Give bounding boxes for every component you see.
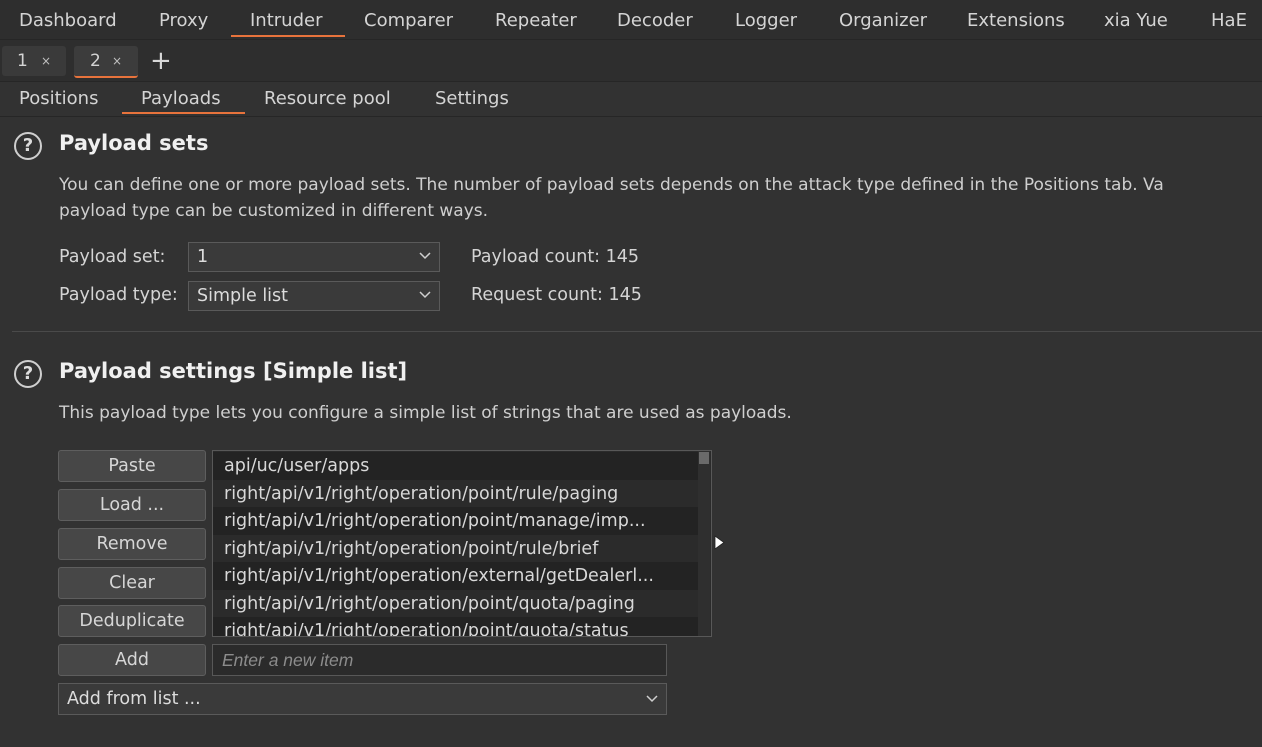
scrollbar-thumb[interactable] — [699, 452, 709, 464]
tab-dashboard[interactable]: Dashboard — [19, 0, 117, 39]
tab-settings[interactable]: Settings — [435, 82, 509, 116]
add-tab-icon[interactable]: + — [150, 44, 172, 78]
list-item[interactable]: right/api/v1/right/operation/point/manag… — [213, 507, 698, 535]
new-item-input[interactable] — [212, 644, 667, 676]
list-item[interactable]: api/uc/user/apps — [213, 452, 698, 480]
payload-count: Payload count: 145 — [471, 247, 640, 267]
instance-tab-2[interactable]: 2 × — [74, 46, 138, 78]
chevron-down-icon — [419, 252, 431, 260]
intruder-instance-bar: 1 × 2 × + — [0, 40, 1262, 82]
list-item[interactable]: right/api/v1/right/operation/external/ge… — [213, 562, 698, 590]
add-from-list-value: Add from list ... — [67, 689, 201, 709]
add-from-list-select[interactable]: Add from list ... — [58, 683, 667, 715]
close-icon[interactable]: × — [41, 46, 51, 76]
tab-positions[interactable]: Positions — [19, 82, 98, 116]
section-divider — [12, 331, 1262, 332]
payload-sets-heading: Payload sets — [59, 131, 209, 155]
payload-set-value: 1 — [197, 247, 209, 267]
help-icon[interactable]: ? — [14, 132, 42, 160]
tab-extensions[interactable]: Extensions — [967, 0, 1065, 39]
tab-repeater[interactable]: Repeater — [495, 0, 577, 39]
tab-hae[interactable]: HaE — [1211, 0, 1247, 39]
instance-tab-1[interactable]: 1 × — [2, 46, 66, 76]
tab-resource-pool[interactable]: Resource pool — [264, 82, 391, 116]
tab-payloads[interactable]: Payloads — [122, 82, 245, 114]
request-count: Request count: 145 — [471, 285, 642, 305]
remove-button[interactable]: Remove — [58, 528, 206, 560]
list-scrollbar[interactable] — [698, 451, 710, 636]
tab-logger[interactable]: Logger — [735, 0, 797, 39]
tab-organizer[interactable]: Organizer — [839, 0, 927, 39]
payload-sets-description-line1: You can define one or more payload sets.… — [59, 175, 1164, 195]
chevron-down-icon — [419, 291, 431, 299]
chevron-down-icon — [646, 695, 658, 703]
tab-proxy[interactable]: Proxy — [159, 0, 208, 39]
list-item[interactable]: right/api/v1/right/operation/point/quota… — [213, 617, 698, 636]
add-button[interactable]: Add — [58, 644, 206, 676]
payload-type-value: Simple list — [197, 286, 289, 306]
intruder-sub-tabs: Positions Payloads Resource pool Setting… — [0, 82, 1262, 117]
deduplicate-button[interactable]: Deduplicate — [58, 605, 206, 637]
payload-settings-heading: Payload settings [Simple list] — [59, 359, 408, 383]
clear-button[interactable]: Clear — [58, 567, 206, 599]
payload-set-select[interactable]: 1 — [188, 242, 440, 272]
mouse-pointer-icon — [714, 535, 725, 550]
tab-comparer[interactable]: Comparer — [364, 0, 453, 39]
payload-set-label: Payload set: — [59, 247, 166, 267]
payload-type-label: Payload type: — [59, 285, 178, 305]
instance-tab-label: 1 — [17, 51, 28, 71]
list-item[interactable]: right/api/v1/right/operation/point/rule/… — [213, 535, 698, 563]
list-item[interactable]: right/api/v1/right/operation/point/rule/… — [213, 480, 698, 508]
tab-intruder[interactable]: Intruder — [231, 0, 345, 37]
paste-button[interactable]: Paste — [58, 450, 206, 482]
help-icon[interactable]: ? — [14, 360, 42, 388]
instance-tab-label: 2 — [90, 51, 101, 71]
main-menu-bar: Dashboard Proxy Intruder Comparer Repeat… — [0, 0, 1262, 40]
list-item[interactable]: right/api/v1/right/operation/point/quota… — [213, 590, 698, 618]
tab-decoder[interactable]: Decoder — [617, 0, 693, 39]
close-icon[interactable]: × — [112, 46, 122, 76]
payload-list[interactable]: api/uc/user/apps right/api/v1/right/oper… — [212, 450, 712, 637]
payload-sets-description-line2: payload type can be customized in differ… — [59, 201, 489, 221]
load-button[interactable]: Load ... — [58, 489, 206, 521]
payload-settings-description: This payload type lets you configure a s… — [59, 403, 792, 423]
tab-xia-yue[interactable]: xia Yue — [1104, 0, 1168, 39]
payload-type-select[interactable]: Simple list — [188, 281, 440, 311]
